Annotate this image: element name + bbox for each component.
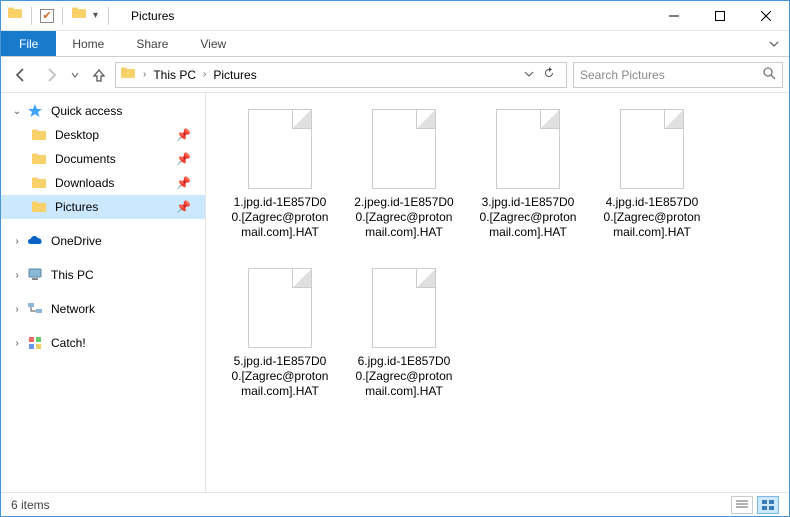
file-name: 6.jpg.id-1E857D00.[Zagrec@protonmail.com… xyxy=(354,354,454,399)
sidebar-item-onedrive[interactable]: › OneDrive xyxy=(1,229,205,253)
file-item[interactable]: 1.jpg.id-1E857D00.[Zagrec@protonmail.com… xyxy=(230,109,330,240)
address-bar[interactable]: › This PC › Pictures xyxy=(115,62,567,88)
sidebar-item-label: Network xyxy=(47,302,95,316)
ribbon-tabs: File Home Share View xyxy=(1,31,789,57)
recent-dropdown-icon[interactable] xyxy=(67,61,83,89)
search-icon xyxy=(762,66,776,83)
body: ⌄ Quick access Desktop 📌 Documents 📌 Dow… xyxy=(1,93,789,492)
file-name: 3.jpg.id-1E857D00.[Zagrec@protonmail.com… xyxy=(478,195,578,240)
file-thumbnail-icon xyxy=(248,268,312,348)
back-button[interactable] xyxy=(7,61,35,89)
sidebar-item-desktop[interactable]: Desktop 📌 xyxy=(1,123,205,147)
file-item[interactable]: 3.jpg.id-1E857D00.[Zagrec@protonmail.com… xyxy=(478,109,578,240)
folder-icon xyxy=(31,175,47,191)
quick-access-toolbar: ✔ ▾ xyxy=(1,5,119,26)
app-icon xyxy=(7,5,23,26)
sidebar-item-network[interactable]: › Network xyxy=(1,297,205,321)
file-name: 2.jpeg.id-1E857D00.[Zagrec@protonmail.co… xyxy=(354,195,454,240)
file-name: 4.jpg.id-1E857D00.[Zagrec@protonmail.com… xyxy=(602,195,702,240)
chevron-right-icon[interactable]: › xyxy=(11,270,23,281)
navigation-pane: ⌄ Quick access Desktop 📌 Documents 📌 Dow… xyxy=(1,93,206,492)
qat-properties-icon[interactable]: ✔ xyxy=(40,9,54,23)
tab-home[interactable]: Home xyxy=(56,31,120,56)
window-title: Pictures xyxy=(119,9,174,23)
close-button[interactable] xyxy=(743,1,789,30)
chevron-right-icon[interactable]: › xyxy=(11,338,23,349)
sidebar-item-thispc[interactable]: › This PC xyxy=(1,263,205,287)
sidebar-item-label: Catch! xyxy=(47,336,86,350)
sidebar-item-label: This PC xyxy=(47,268,94,282)
folder-icon xyxy=(31,199,47,215)
star-icon xyxy=(27,103,43,119)
pin-icon: 📌 xyxy=(176,200,205,214)
file-thumbnail-icon xyxy=(372,109,436,189)
location-icon xyxy=(120,65,136,84)
sidebar-item-downloads[interactable]: Downloads 📌 xyxy=(1,171,205,195)
qat-dropdown-icon[interactable]: ▾ xyxy=(91,10,100,21)
tab-view[interactable]: View xyxy=(184,31,242,56)
file-name: 1.jpg.id-1E857D00.[Zagrec@protonmail.com… xyxy=(230,195,330,240)
file-item[interactable]: 2.jpeg.id-1E857D00.[Zagrec@protonmail.co… xyxy=(354,109,454,240)
refresh-icon[interactable] xyxy=(542,66,556,83)
file-name: 5.jpg.id-1E857D00.[Zagrec@protonmail.com… xyxy=(230,354,330,399)
chevron-down-icon[interactable]: ⌄ xyxy=(11,106,23,117)
sidebar-item-label: Documents xyxy=(51,152,116,166)
pin-icon: 📌 xyxy=(176,176,205,190)
pin-icon: 📌 xyxy=(176,152,205,166)
qat-newfolder-icon[interactable] xyxy=(71,5,87,26)
sidebar-item-label: OneDrive xyxy=(47,234,102,248)
file-tab[interactable]: File xyxy=(1,31,56,56)
file-item[interactable]: 5.jpg.id-1E857D00.[Zagrec@protonmail.com… xyxy=(230,268,330,399)
forward-button[interactable] xyxy=(37,61,65,89)
breadcrumb-current[interactable]: Pictures xyxy=(213,68,256,82)
expand-ribbon-icon[interactable] xyxy=(759,31,789,56)
sidebar-item-documents[interactable]: Documents 📌 xyxy=(1,147,205,171)
file-item[interactable]: 4.jpg.id-1E857D00.[Zagrec@protonmail.com… xyxy=(602,109,702,240)
details-view-button[interactable] xyxy=(731,496,753,514)
sidebar-item-pictures[interactable]: Pictures 📌 xyxy=(1,195,205,219)
file-thumbnail-icon xyxy=(372,268,436,348)
icons-view-button[interactable] xyxy=(757,496,779,514)
item-count: 6 items xyxy=(11,498,50,512)
status-bar: 6 items xyxy=(1,492,789,516)
pin-icon: 📌 xyxy=(176,128,205,142)
onedrive-icon xyxy=(27,233,43,249)
catch-icon xyxy=(27,335,43,351)
chevron-right-icon[interactable]: › xyxy=(11,304,23,315)
network-icon xyxy=(27,301,43,317)
file-thumbnail-icon xyxy=(620,109,684,189)
sidebar-item-catch[interactable]: › Catch! xyxy=(1,331,205,355)
search-placeholder: Search Pictures xyxy=(580,68,665,82)
chevron-right-icon[interactable]: › xyxy=(11,236,23,247)
address-dropdown-icon[interactable] xyxy=(524,68,534,82)
quick-access-label: Quick access xyxy=(47,104,122,118)
navigation-bar: › This PC › Pictures Search Pictures xyxy=(1,57,789,93)
tab-share[interactable]: Share xyxy=(120,31,184,56)
folder-icon xyxy=(31,127,47,143)
title-bar: ✔ ▾ Pictures xyxy=(1,1,789,31)
file-item[interactable]: 6.jpg.id-1E857D00.[Zagrec@protonmail.com… xyxy=(354,268,454,399)
content-pane[interactable]: 1.jpg.id-1E857D00.[Zagrec@protonmail.com… xyxy=(206,93,789,492)
file-thumbnail-icon xyxy=(496,109,560,189)
chevron-right-icon[interactable]: › xyxy=(200,69,209,80)
breadcrumb-thispc[interactable]: This PC xyxy=(153,68,196,82)
up-button[interactable] xyxy=(85,61,113,89)
explorer-window: ✔ ▾ Pictures File Home Share View › xyxy=(0,0,790,517)
sidebar-item-label: Desktop xyxy=(51,128,99,142)
sidebar-item-label: Pictures xyxy=(51,200,98,214)
maximize-button[interactable] xyxy=(697,1,743,30)
quick-access-root[interactable]: ⌄ Quick access xyxy=(1,99,205,123)
file-thumbnail-icon xyxy=(248,109,312,189)
chevron-right-icon[interactable]: › xyxy=(140,69,149,80)
computer-icon xyxy=(27,267,43,283)
search-input[interactable]: Search Pictures xyxy=(573,62,783,88)
folder-icon xyxy=(31,151,47,167)
sidebar-item-label: Downloads xyxy=(51,176,114,190)
minimize-button[interactable] xyxy=(651,1,697,30)
